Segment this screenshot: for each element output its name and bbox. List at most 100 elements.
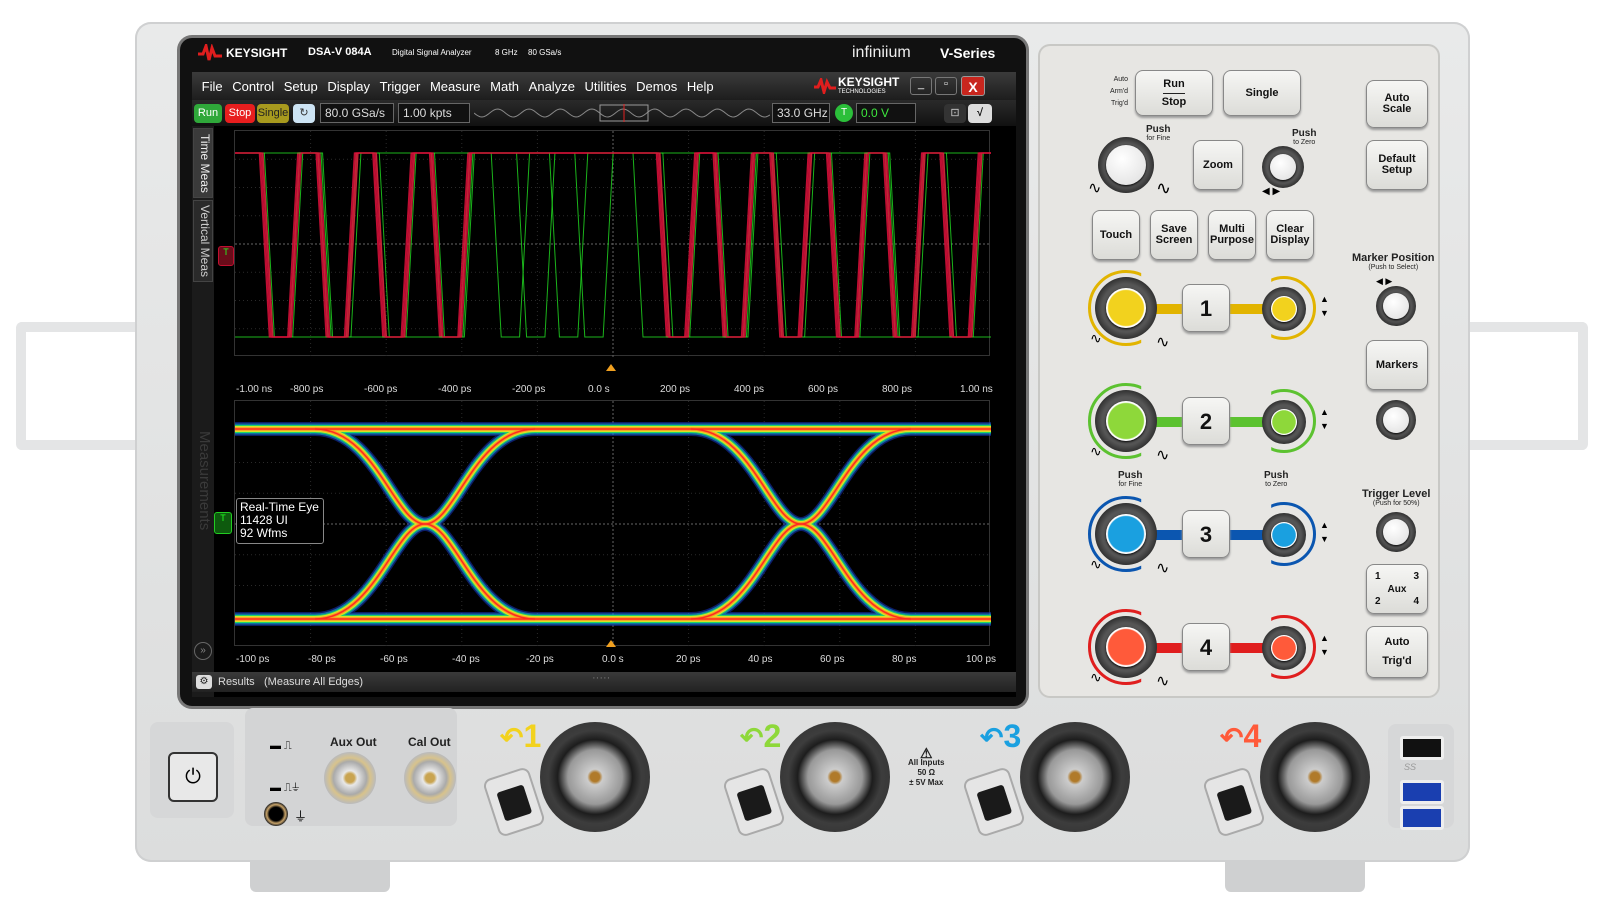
channel-1-button[interactable]: 1: [1182, 284, 1230, 332]
instrument-type: Digital Signal Analyzer: [392, 48, 472, 57]
sample-rate-field[interactable]: 80.0 GSa/s: [320, 103, 394, 123]
channel-4-input-label: ↶4: [1220, 718, 1262, 754]
menu-bar: File Control Setup Display Trigger Measu…: [192, 72, 1016, 100]
ground-jack[interactable]: [264, 802, 288, 826]
channel-1-scale-knob[interactable]: [1095, 277, 1157, 339]
menu-help[interactable]: Help: [684, 72, 717, 94]
usb3-port[interactable]: [1400, 806, 1444, 830]
aux-out-connector[interactable]: [324, 752, 376, 804]
tab-measurements[interactable]: Measurements: [193, 406, 213, 556]
resize-grip-icon[interactable]: ·····: [592, 668, 610, 688]
channel-2-scale-knob[interactable]: [1095, 390, 1157, 452]
touchscreen[interactable]: File Control Setup Display Trigger Measu…: [192, 72, 1438, 697]
run-button[interactable]: Run: [194, 104, 222, 123]
up-down-arrows-icon: ▲ ▼: [1320, 294, 1329, 318]
usb3-port[interactable]: [1400, 780, 1444, 804]
touch-button[interactable]: Touch: [1092, 210, 1140, 260]
upper-waveform-plot[interactable]: [231, 130, 1438, 357]
eye-diagram-plot[interactable]: [234, 400, 991, 647]
up-down-arrows-icon: ▲ ▼: [1320, 520, 1329, 544]
lock-rotate-icon: ↶: [980, 722, 1004, 753]
gear-icon[interactable]: ⚙: [196, 675, 212, 689]
channel-4-button[interactable]: 4: [1182, 623, 1230, 671]
channel-3-input-label: ↶3: [980, 718, 1022, 754]
zoom-button[interactable]: Zoom: [1193, 140, 1243, 190]
touch-mode-icon[interactable]: √: [968, 104, 992, 123]
channel-2-button[interactable]: 2: [1182, 397, 1230, 445]
multi-purpose-button[interactable]: Multi Purpose: [1208, 210, 1256, 260]
menu-setup[interactable]: Setup: [281, 72, 321, 94]
toolbar-tool-icon[interactable]: ⊡: [944, 104, 966, 123]
trigger-marker-upper[interactable]: T: [218, 246, 234, 266]
markers-button[interactable]: Markers: [1366, 340, 1428, 390]
menu-utilities[interactable]: Utilities: [582, 72, 630, 94]
channel-1-input-label: ↶1: [500, 718, 542, 754]
menubar-brand-sub: TECHNOLOGIES: [838, 89, 886, 95]
menu-file[interactable]: File: [199, 72, 226, 94]
save-screen-button[interactable]: Save Screen: [1150, 210, 1198, 260]
default-setup-button[interactable]: Default Setup: [1366, 140, 1428, 190]
aux-corner-4: 4: [1413, 596, 1419, 607]
auto-scale-button[interactable]: Auto Scale: [1366, 80, 1428, 128]
trigger-level-knob[interactable]: [1376, 512, 1416, 552]
menu-trigger[interactable]: Trigger: [377, 72, 424, 94]
channel-3-scale-knob[interactable]: [1095, 503, 1157, 565]
save-screen-label: Save Screen: [1155, 223, 1193, 246]
power-button[interactable]: ⏻: [168, 752, 218, 802]
cal-out-label: Cal Out: [408, 735, 451, 749]
trigger-badge[interactable]: T: [835, 104, 853, 122]
menu-display[interactable]: Display: [324, 72, 373, 94]
single-hw-button[interactable]: Single: [1223, 70, 1301, 116]
aux-corner-1: 1: [1375, 571, 1381, 582]
channel-3-button[interactable]: 3: [1182, 510, 1230, 558]
single-button[interactable]: Single: [257, 104, 289, 123]
channel-1-input-connector[interactable]: [540, 722, 650, 832]
aux-trigger-button[interactable]: 1 3 Aux 2 4: [1366, 564, 1428, 614]
brand-bar: KEYSIGHT DSA-V 084A Digital Signal Analy…: [180, 38, 1026, 72]
channel-2-input-connector[interactable]: [780, 722, 890, 832]
bandwidth-field[interactable]: 33.0 GHz: [772, 103, 830, 123]
wave-icon: ∿: [1090, 556, 1102, 572]
tab-vertical-meas[interactable]: Vertical Meas: [193, 200, 213, 282]
auto-trigd-button[interactable]: Auto Trig'd: [1366, 626, 1428, 678]
menu-measure[interactable]: Measure: [427, 72, 484, 94]
right-foot: [1225, 858, 1365, 892]
menu-control[interactable]: Control: [229, 72, 277, 94]
channel-4-scale-knob[interactable]: [1095, 616, 1157, 678]
autoscale-icon[interactable]: ↻: [293, 104, 315, 123]
results-label: Results: [218, 676, 255, 688]
memory-depth-field[interactable]: 1.00 kpts: [398, 103, 470, 123]
channel-2-offset-knob[interactable]: [1262, 400, 1306, 444]
horizontal-position-knob[interactable]: [1262, 146, 1304, 188]
left-handle: [16, 322, 146, 450]
aux-corner-3: 3: [1413, 571, 1419, 582]
clear-display-button[interactable]: Clear Display: [1266, 210, 1314, 260]
menu-math[interactable]: Math: [487, 72, 522, 94]
channel-1-offset-knob[interactable]: [1262, 287, 1306, 331]
marker-position-knob[interactable]: [1376, 286, 1416, 326]
left-right-arrows-icon: ◀ ▶: [1262, 186, 1281, 197]
results-bar[interactable]: ⚙ Results (Measure All Edges) ·····: [192, 672, 1016, 692]
run-stop-button[interactable]: Run Stop: [1135, 70, 1213, 116]
channel-3-input-connector[interactable]: [1020, 722, 1130, 832]
expand-icon[interactable]: »: [194, 642, 212, 660]
horizontal-overview-icon[interactable]: [474, 104, 770, 122]
stop-button[interactable]: Stop: [225, 104, 255, 123]
channel-3-offset-knob[interactable]: [1262, 513, 1306, 557]
cal-out-connector[interactable]: [404, 752, 456, 804]
menu-analyze[interactable]: Analyze: [526, 72, 578, 94]
menu-demos[interactable]: Demos: [633, 72, 680, 94]
tab-time-meas[interactable]: Time Meas: [193, 128, 213, 198]
series-brand: infiniium: [852, 44, 911, 61]
usb-port[interactable]: [1400, 736, 1444, 760]
left-right-arrows-icon: ◀ ▶: [1376, 276, 1393, 286]
close-button[interactable]: X: [961, 76, 985, 96]
channel-4-input-connector[interactable]: [1260, 722, 1370, 832]
marker-knob[interactable]: [1376, 400, 1416, 440]
trigger-level-field[interactable]: 0.0 V: [856, 103, 916, 123]
restore-button[interactable]: ▫: [935, 77, 957, 95]
minimize-button[interactable]: _: [910, 77, 932, 95]
horizontal-scale-knob[interactable]: [1098, 137, 1154, 193]
channel-4-offset-knob[interactable]: [1262, 626, 1306, 670]
trigger-marker-lower[interactable]: T: [214, 512, 232, 534]
